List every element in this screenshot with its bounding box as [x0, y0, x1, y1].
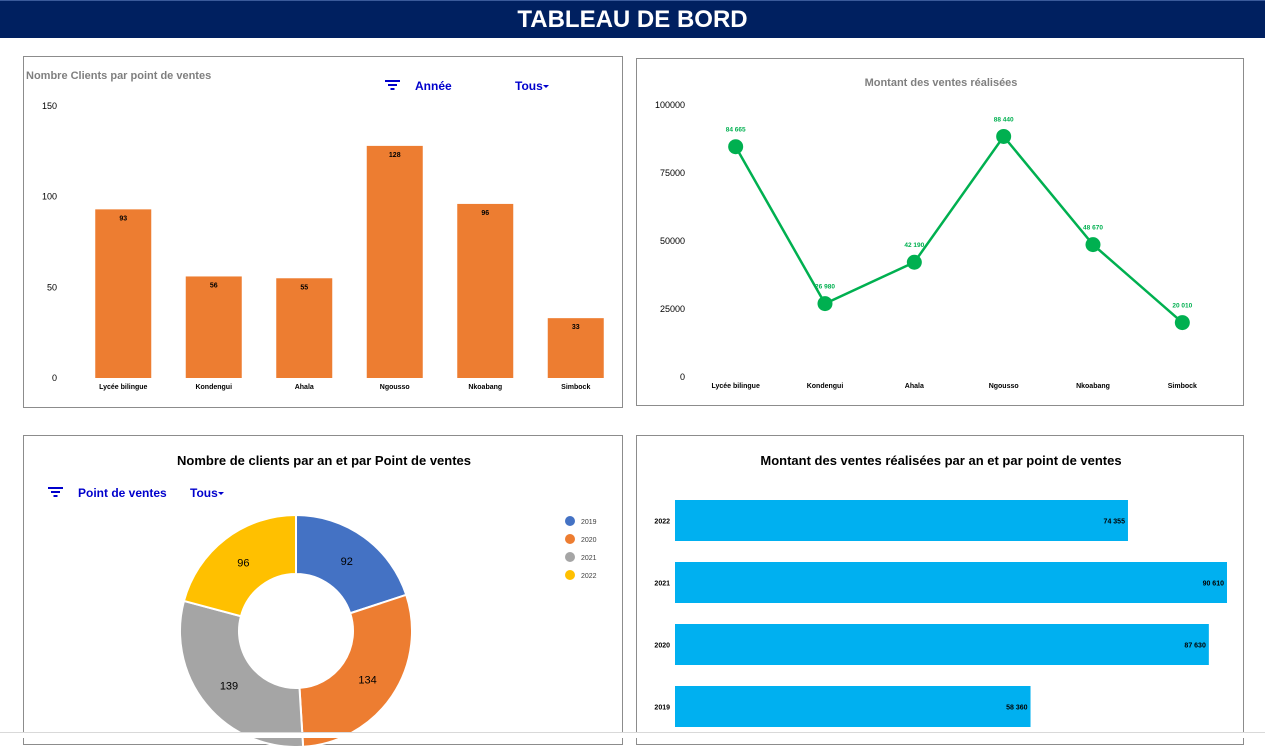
- series-line: [734, 134, 1184, 324]
- pie-slice[interactable]: [298, 593, 413, 746]
- bar[interactable]: [366, 145, 423, 378]
- y-tick-label: 75000: [660, 168, 685, 178]
- data-label: 128: [389, 152, 401, 159]
- legend-marker: [565, 552, 575, 562]
- data-label: 33: [572, 324, 580, 331]
- chevron-down-icon[interactable]: [218, 492, 224, 495]
- data-label: 55: [300, 284, 308, 291]
- bar[interactable]: [95, 209, 152, 378]
- bar[interactable]: [675, 624, 1209, 665]
- data-label: 96: [237, 557, 249, 569]
- y-tick-label: 50000: [660, 236, 685, 246]
- clients-per-year-chart[interactable]: Nombre de clients par an et par Point de…: [23, 435, 623, 746]
- legend-marker: [565, 570, 575, 580]
- data-label: 92: [341, 556, 353, 568]
- data-label: 58 360: [1006, 705, 1028, 712]
- bar[interactable]: [675, 562, 1227, 603]
- clients-bar-chart-svg: Nombre Clients par point de ventes Année…: [26, 70, 604, 391]
- y-tick-label: 0: [52, 373, 57, 383]
- y-tick-label: 2022: [654, 519, 670, 526]
- data-label: 139: [220, 681, 238, 693]
- x-tick-label: Ngousso: [380, 384, 410, 391]
- y-tick-label: 2021: [654, 581, 670, 588]
- data-point[interactable]: [996, 128, 1012, 144]
- x-tick-label: Nkoabang: [1076, 383, 1110, 390]
- legend-marker: [565, 516, 575, 526]
- x-tick-label: Simbock: [561, 384, 590, 391]
- outlet-slicer-value[interactable]: Tous: [190, 486, 218, 500]
- clients-per-outlet-chart[interactable]: Nombre Clients par point de ventes Année…: [23, 56, 623, 408]
- data-point[interactable]: [728, 139, 744, 155]
- y-tick-label: 2020: [654, 643, 670, 650]
- page-title: TABLEAU DE BORD: [517, 6, 748, 33]
- outlet-slicer[interactable]: Point de ventes Tous: [48, 486, 224, 500]
- y-tick-label: 50: [47, 282, 57, 292]
- y-tick-label: 100000: [655, 100, 685, 110]
- data-label: 48 670: [1083, 225, 1103, 232]
- x-tick-label: Lycée bilingue: [711, 383, 759, 390]
- clients-donut-chart-svg: Nombre de clients par an et par Point de…: [48, 453, 597, 746]
- sales-per-year-chart[interactable]: Montant des ventes réalisées par an et p…: [636, 435, 1244, 745]
- data-label: 20 010: [1172, 303, 1192, 310]
- outlet-slicer-label[interactable]: Point de ventes: [78, 486, 167, 500]
- data-label: 88 440: [994, 116, 1014, 123]
- x-tick-label: Ngousso: [989, 383, 1019, 390]
- data-point[interactable]: [1174, 315, 1190, 331]
- year-slicer-value[interactable]: Tous: [515, 79, 543, 93]
- bar[interactable]: [185, 276, 242, 378]
- bar[interactable]: [675, 686, 1031, 727]
- data-label: 26 980: [815, 284, 835, 291]
- y-tick-label: 150: [42, 101, 57, 111]
- y-tick-label: 25000: [660, 304, 685, 314]
- chart-title: Montant des ventes réalisées: [865, 77, 1018, 89]
- bar[interactable]: [675, 500, 1128, 541]
- y-tick-label: 2019: [654, 705, 670, 712]
- legend-marker: [565, 534, 575, 544]
- chevron-down-icon[interactable]: [543, 85, 549, 88]
- data-label: 56: [210, 282, 218, 289]
- data-label: 87 630: [1184, 643, 1206, 650]
- filter-icon[interactable]: [48, 487, 63, 497]
- legend-label: 2022: [581, 573, 597, 580]
- sales-line-chart-svg: Montant des ventes réalisées 0 25000 50000…: [655, 77, 1197, 390]
- x-tick-label: Simbock: [1168, 383, 1197, 390]
- x-tick-label: Kondengui: [807, 383, 844, 390]
- data-label: 74 355: [1104, 519, 1126, 526]
- year-slicer[interactable]: Année Tous: [385, 79, 549, 93]
- chart-title: Nombre Clients par point de ventes: [26, 70, 211, 82]
- legend-label: 2019: [581, 519, 597, 526]
- data-label: 42 190: [904, 242, 924, 249]
- y-tick-label: 100: [42, 192, 57, 202]
- sales-amount-chart[interactable]: Montant des ventes réalisées 0 25000 50000…: [636, 58, 1244, 406]
- pie-slice[interactable]: [179, 599, 305, 746]
- data-point[interactable]: [817, 296, 833, 312]
- y-tick-label: 0: [680, 372, 685, 382]
- data-label: 134: [358, 675, 376, 687]
- filter-icon[interactable]: [385, 80, 400, 90]
- sales-hbar-chart-svg: Montant des ventes réalisées par an et p…: [654, 453, 1227, 727]
- x-tick-label: Nkoabang: [468, 384, 502, 391]
- data-label: 90 610: [1203, 581, 1225, 588]
- legend: 2019 2020 2021 2022: [565, 516, 597, 580]
- data-point[interactable]: [906, 254, 922, 270]
- chart-title: Montant des ventes réalisées par an et p…: [760, 453, 1121, 468]
- data-label: 93: [119, 215, 127, 222]
- chart-title: Nombre de clients par an et par Point de…: [177, 453, 471, 468]
- data-point[interactable]: [1085, 237, 1101, 253]
- x-tick-label: Lycée bilingue: [99, 384, 147, 391]
- bar[interactable]: [276, 278, 333, 378]
- x-tick-label: Kondengui: [195, 384, 232, 391]
- data-label: 96: [481, 210, 489, 217]
- x-tick-label: Ahala: [295, 384, 314, 391]
- bar[interactable]: [457, 203, 514, 378]
- year-slicer-label[interactable]: Année: [415, 79, 452, 93]
- dashboard-header: TABLEAU DE BORD: [0, 0, 1265, 38]
- legend-label: 2021: [581, 555, 597, 562]
- data-label: 84 665: [726, 127, 746, 134]
- divider: [0, 732, 1265, 738]
- legend-label: 2020: [581, 537, 597, 544]
- x-tick-label: Ahala: [905, 383, 924, 390]
